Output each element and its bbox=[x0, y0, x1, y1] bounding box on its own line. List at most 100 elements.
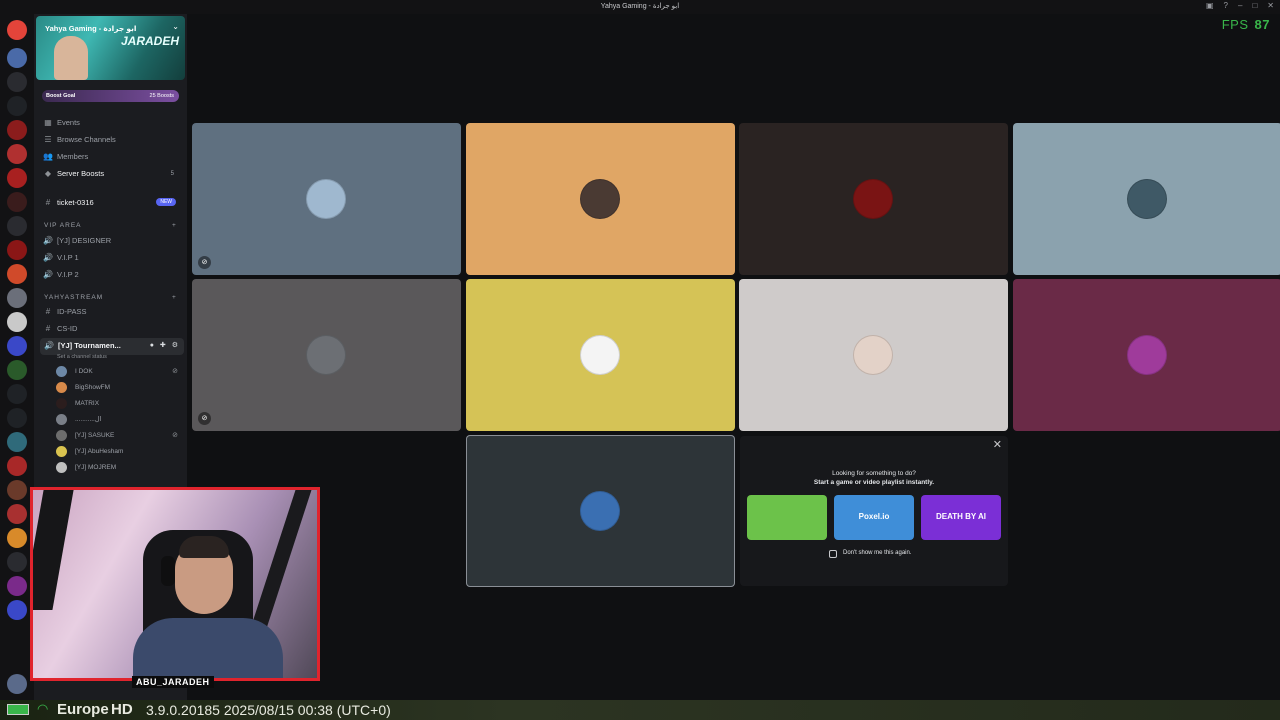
voice-channel-vip1[interactable]: 🔊 V.I.P 1 bbox=[42, 250, 182, 265]
voice-member[interactable]: I DOK ⊘ bbox=[56, 364, 182, 378]
avatar bbox=[56, 397, 67, 409]
channel-label: V.I.P 1 bbox=[57, 253, 79, 262]
avatar bbox=[853, 179, 893, 219]
channel-label: CS-ID bbox=[57, 324, 78, 333]
category-yahyastream[interactable]: YAHYASTREAM + bbox=[44, 294, 176, 301]
participant-tile[interactable]: ⊘ bbox=[192, 279, 461, 431]
close-icon[interactable]: ✕ bbox=[1267, 1, 1274, 10]
window-title: Yahya Gaming - ابو جرادة bbox=[600, 3, 680, 10]
sidebar-item-label: Members bbox=[57, 152, 89, 161]
participant-tile[interactable] bbox=[739, 123, 1008, 275]
speaker-icon: 🔊 bbox=[43, 253, 53, 262]
avatar bbox=[56, 429, 67, 441]
activity-card-label: DEATH BY AI bbox=[935, 512, 987, 521]
activity-prompt: Looking for something to do? bbox=[832, 470, 916, 477]
server-icon[interactable] bbox=[7, 264, 27, 284]
server-icon[interactable] bbox=[7, 456, 27, 476]
server-icon[interactable] bbox=[7, 504, 27, 524]
sidebar-item-events[interactable]: ▦ Events bbox=[42, 115, 182, 130]
server-icon[interactable] bbox=[7, 336, 27, 356]
channel-status-hint[interactable]: Set a channel status bbox=[57, 354, 107, 360]
avatar bbox=[56, 365, 67, 377]
category-vip-area[interactable]: VIP AREA + bbox=[44, 222, 176, 229]
voice-member[interactable]: [YJ] MOJREM bbox=[56, 460, 182, 474]
text-channel-id-pass[interactable]: # ID-PASS bbox=[42, 304, 182, 319]
voice-member[interactable]: BigShowFM bbox=[56, 380, 182, 394]
participant-tile[interactable] bbox=[739, 279, 1008, 431]
region-label: Europe bbox=[57, 701, 109, 718]
server-icon[interactable] bbox=[7, 528, 27, 548]
voice-member[interactable]: [YJ] SASUKE ⊘ bbox=[56, 428, 182, 442]
fps-value: 87 bbox=[1254, 17, 1270, 32]
discord-home-icon[interactable] bbox=[7, 20, 27, 40]
inbox-icon[interactable]: ▣ bbox=[1206, 1, 1214, 10]
speaker-icon: 🔊 bbox=[43, 236, 53, 245]
server-icon[interactable] bbox=[7, 72, 27, 92]
server-icon[interactable] bbox=[7, 552, 27, 572]
wifi-icon: ◠ bbox=[37, 701, 49, 716]
server-banner[interactable]: Yahya Gaming - ابو جرادة ⌄ JARADEH bbox=[36, 16, 185, 80]
server-icon[interactable] bbox=[7, 600, 27, 620]
server-icon[interactable] bbox=[7, 384, 27, 404]
participant-tile[interactable] bbox=[1013, 123, 1280, 275]
server-icon[interactable] bbox=[7, 432, 27, 452]
voice-channel-tournament[interactable]: 🔊 [YJ] Tournamen... ● ✚ ⚙ bbox=[40, 338, 184, 355]
close-icon[interactable]: ✕ bbox=[993, 438, 1002, 451]
participant-tile[interactable] bbox=[466, 279, 735, 431]
mic-muted-icon: ⊘ bbox=[172, 432, 178, 439]
server-icon[interactable] bbox=[7, 144, 27, 164]
minimize-icon[interactable]: – bbox=[1238, 1, 1242, 10]
activity-card[interactable]: DEATH BY AI bbox=[921, 495, 1001, 540]
server-icon[interactable] bbox=[7, 576, 27, 596]
sidebar-item-browse-channels[interactable]: ☰ Browse Channels bbox=[42, 132, 182, 147]
activity-card[interactable]: Poxel.io bbox=[834, 495, 914, 540]
sidebar-item-members[interactable]: 👥 Members bbox=[42, 149, 182, 164]
server-icon[interactable] bbox=[7, 360, 27, 380]
stream-status-bar: ◠ Europe HD 3.9.0.20185 2025/08/15 00:38… bbox=[0, 700, 1280, 720]
add-channel-icon[interactable]: + bbox=[172, 294, 177, 301]
voice-member[interactable]: MATRIX bbox=[56, 396, 182, 410]
boost-icon: ◆ bbox=[44, 169, 52, 178]
speaker-icon: 🔊 bbox=[44, 341, 54, 350]
server-icon[interactable] bbox=[7, 312, 27, 332]
voice-channel-vip2[interactable]: 🔊 V.I.P 2 bbox=[42, 267, 182, 282]
participant-tile[interactable]: ⊘ bbox=[192, 123, 461, 275]
activity-card[interactable] bbox=[747, 495, 827, 540]
server-icon[interactable] bbox=[7, 480, 27, 500]
avatar bbox=[306, 335, 346, 375]
server-icon[interactable] bbox=[7, 48, 27, 68]
server-icon[interactable] bbox=[7, 192, 27, 212]
category-label: VIP AREA bbox=[44, 222, 82, 229]
avatar bbox=[580, 335, 620, 375]
text-channel-cs-id[interactable]: # CS-ID bbox=[42, 321, 182, 336]
voice-member[interactable]: [YJ] AbuHesham bbox=[56, 444, 182, 458]
dont-show-checkbox[interactable] bbox=[829, 550, 837, 558]
participant-tile[interactable] bbox=[466, 123, 735, 275]
server-icon[interactable] bbox=[7, 96, 27, 116]
participant-tile[interactable] bbox=[466, 435, 735, 587]
voice-channel-designer[interactable]: 🔊 [YJ] DESIGNER bbox=[42, 233, 182, 248]
maximize-icon[interactable]: □ bbox=[1252, 1, 1257, 10]
server-icon[interactable] bbox=[7, 216, 27, 236]
channel-ticket[interactable]: # ticket-0316 NEW bbox=[42, 195, 182, 210]
server-icon[interactable] bbox=[7, 168, 27, 188]
server-icon[interactable] bbox=[7, 120, 27, 140]
member-name: BigShowFM bbox=[75, 383, 111, 391]
channel-actions[interactable]: ● ✚ ⚙ bbox=[150, 341, 180, 349]
voice-member[interactable]: ...........ال bbox=[56, 412, 182, 426]
speaker-icon: 🔊 bbox=[43, 270, 53, 279]
sidebar-item-server-boosts[interactable]: ◆ Server Boosts 5 bbox=[42, 166, 182, 181]
user-avatar[interactable] bbox=[7, 674, 27, 694]
list-icon: ☰ bbox=[44, 135, 52, 144]
participant-tile[interactable] bbox=[1013, 279, 1280, 431]
add-channel-icon[interactable]: + bbox=[172, 222, 177, 229]
calendar-icon: ▦ bbox=[44, 118, 52, 127]
chevron-down-icon[interactable]: ⌄ bbox=[172, 22, 179, 31]
server-icon[interactable] bbox=[7, 240, 27, 260]
window-controls: ▣ ? – □ ✕ bbox=[1206, 1, 1274, 10]
server-icon[interactable] bbox=[7, 288, 27, 308]
server-icon[interactable] bbox=[7, 408, 27, 428]
boost-goal-bar[interactable]: Boost Goal 25 Boosts bbox=[42, 90, 179, 102]
help-icon[interactable]: ? bbox=[1224, 1, 1228, 10]
member-name: ...........ال bbox=[75, 416, 102, 423]
